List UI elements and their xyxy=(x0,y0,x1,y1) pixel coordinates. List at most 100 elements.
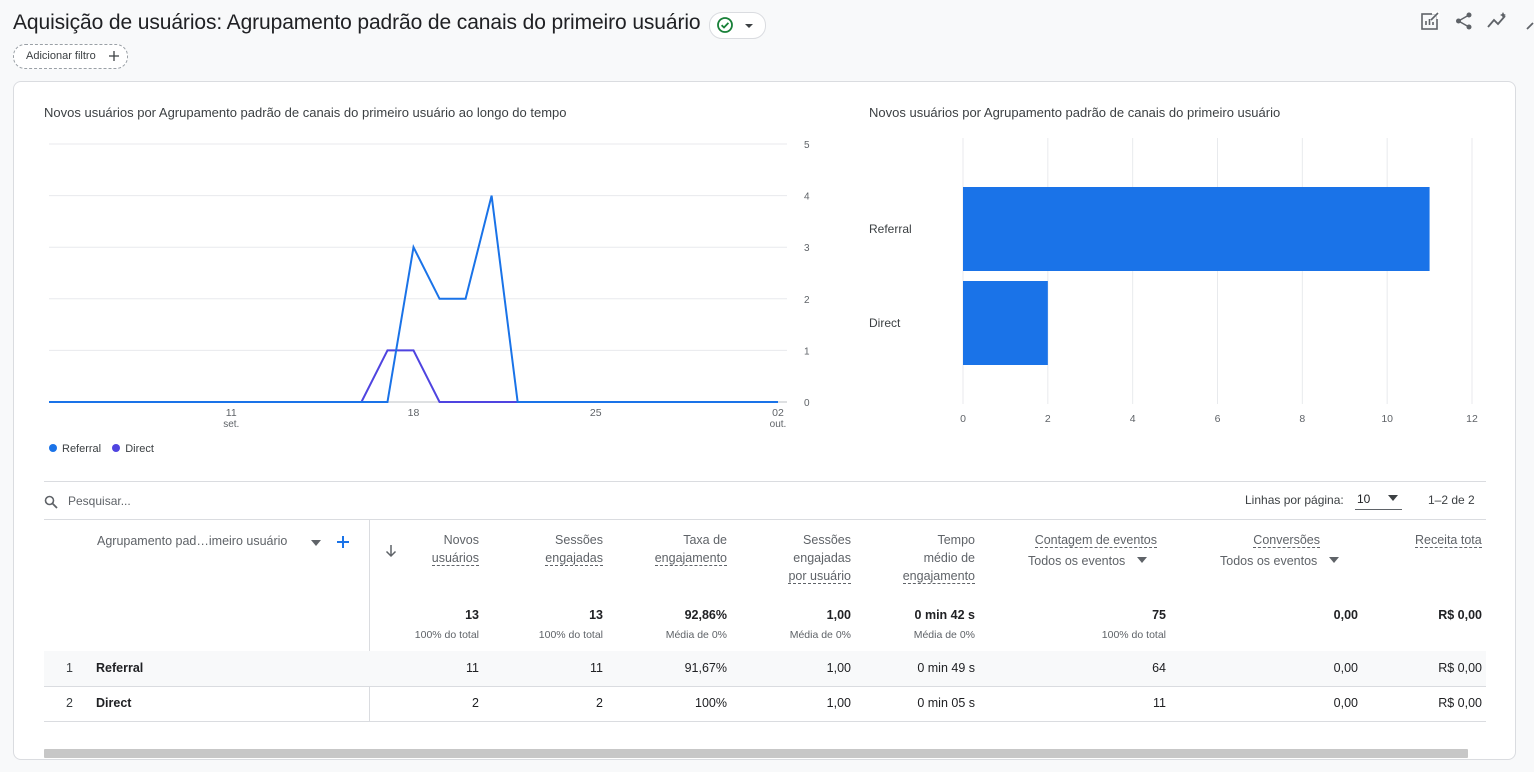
x-tick-label: 25 xyxy=(590,407,602,419)
col-header-avg-engagement-time[interactable]: Tempo médio de engajamento xyxy=(902,531,975,585)
cell-engagement-rate: 91,67% xyxy=(684,661,727,675)
col-header-total-revenue-l1: Receita tota xyxy=(1415,533,1482,548)
x-tick-sublabel: set. xyxy=(223,419,239,430)
col-header-new-users-l1: Novos xyxy=(443,533,479,547)
col-header-sessions-per-user-l3: por usuário xyxy=(788,569,851,584)
legend-label-referral: Referral xyxy=(62,443,102,455)
row-index: 2 xyxy=(66,696,73,710)
rows-per-page-value: 10 xyxy=(1357,492,1371,506)
col-header-engagement-rate[interactable]: Taxa de engajamento xyxy=(654,531,727,567)
legend-item-referral[interactable]: Referral xyxy=(49,443,101,455)
col-header-new-users[interactable]: Novos usuários xyxy=(431,531,479,567)
dimension-header[interactable]: Agrupamento pad…imeiro usuário xyxy=(97,534,287,548)
cell-avg-engagement-time: 0 min 05 s xyxy=(917,696,975,710)
col-header-conversions[interactable]: Conversões xyxy=(1253,531,1320,549)
row-index: 1 xyxy=(66,661,73,675)
col-header-conversions-l1: Conversões xyxy=(1253,533,1320,548)
legend-item-direct[interactable]: Direct xyxy=(112,443,154,455)
bar-direct xyxy=(963,281,1048,365)
col-header-sessions-per-user-l2: engajadas xyxy=(793,551,851,565)
y-tick-label: 2 xyxy=(804,295,810,306)
col-header-avg-engagement-time-l2: médio de xyxy=(923,551,975,565)
x-tick-label: 2 xyxy=(1045,413,1051,425)
x-tick-label: 0 xyxy=(960,413,966,425)
y-tick-label: 4 xyxy=(804,192,810,203)
status-dropdown[interactable] xyxy=(709,12,766,39)
search-input[interactable]: Pesquisar... xyxy=(68,494,131,508)
event-count-filter-dropdown[interactable]: Todos os eventos xyxy=(1028,554,1147,568)
y-tick-label: 3 xyxy=(804,243,810,254)
bar-chart: 0 2 4 6 8 10 12 Referral Direct xyxy=(869,138,1478,425)
series-line-direct xyxy=(49,349,778,403)
row-dimension-value[interactable]: Referral xyxy=(96,661,143,675)
col-header-sessions-per-user[interactable]: Sessões engajadas por usuário xyxy=(788,531,851,585)
x-tick-label: 12 xyxy=(1466,413,1478,425)
sort-down-icon[interactable] xyxy=(385,544,397,558)
x-tick-label: 10 xyxy=(1381,413,1393,425)
x-tick-label: 6 xyxy=(1215,413,1221,425)
legend-label-direct: Direct xyxy=(125,443,154,455)
x-tick-sublabel: out. xyxy=(770,419,787,430)
total-sessions-per-user: 1,00 xyxy=(826,608,851,622)
col-header-event-count[interactable]: Contagem de eventos xyxy=(1034,531,1157,549)
cell-sessions-per-user: 1,00 xyxy=(826,661,851,675)
event-count-filter-label: Todos os eventos xyxy=(1028,554,1126,568)
legend-dot-direct xyxy=(112,444,121,452)
category-label: Direct xyxy=(869,316,901,330)
cell-event-count: 11 xyxy=(1153,696,1166,710)
col-header-avg-engagement-time-l3: engajamento xyxy=(902,569,975,584)
y-tick-label: 5 xyxy=(804,140,810,151)
horizontal-scrollbar[interactable] xyxy=(44,749,1468,758)
check-circle-icon xyxy=(717,17,733,33)
add-filter-label: Adicionar filtro xyxy=(26,50,96,62)
total-engagement-rate: 92,86% xyxy=(684,608,727,622)
plus-icon xyxy=(109,51,119,61)
conversions-filter-label: Todos os eventos xyxy=(1220,554,1318,568)
cell-sessions-per-user: 1,00 xyxy=(826,696,851,710)
x-tick-label: 8 xyxy=(1299,413,1305,425)
x-tick-label: 02 xyxy=(772,407,784,419)
edit-icon[interactable] xyxy=(1526,11,1534,31)
total-conversions: 0,00 xyxy=(1333,608,1358,622)
insights-icon[interactable] xyxy=(1487,11,1509,31)
report-card: Novos usuários por Agrupamento padrão de… xyxy=(13,81,1516,760)
customize-report-icon[interactable] xyxy=(1420,11,1440,31)
col-header-engaged-sessions-l2: engajadas xyxy=(545,551,603,566)
chevron-down-icon xyxy=(1388,495,1398,501)
total-event-count: 75 xyxy=(1152,608,1166,622)
row-dimension-value[interactable]: Direct xyxy=(96,696,131,710)
share-icon[interactable] xyxy=(1454,11,1474,31)
chevron-down-icon xyxy=(745,24,753,28)
col-header-total-revenue[interactable]: Receita tota xyxy=(1415,531,1482,549)
total-revenue: R$ 0,00 xyxy=(1438,608,1482,622)
total-engaged-sessions: 13 xyxy=(589,608,603,622)
dimension-header-label: Agrupamento pad…imeiro usuário xyxy=(97,534,288,548)
y-tick-label: 1 xyxy=(804,346,810,357)
x-tick-label: 4 xyxy=(1130,413,1136,425)
col-header-event-count-l1: Contagem de eventos xyxy=(1034,533,1157,548)
table-row[interactable] xyxy=(44,651,1486,686)
search-icon xyxy=(44,495,58,509)
total-event-count-sub: 100% do total xyxy=(1101,629,1166,641)
cell-engaged-sessions: 2 xyxy=(596,696,603,710)
add-filter-button[interactable]: Adicionar filtro xyxy=(13,44,128,69)
cell-new-users: 11 xyxy=(466,661,479,675)
chevron-down-icon xyxy=(1328,557,1339,563)
total-engagement-rate-sub: Média de 0% xyxy=(665,629,727,641)
conversions-filter-dropdown[interactable]: Todos os eventos xyxy=(1220,554,1339,568)
legend-dot-referral xyxy=(49,444,57,452)
cell-revenue: R$ 0,00 xyxy=(1438,696,1482,710)
dimension-dropdown-icon[interactable] xyxy=(311,540,321,546)
cell-avg-engagement-time: 0 min 49 s xyxy=(917,661,975,675)
col-header-engagement-rate-l2: engajamento xyxy=(654,551,727,566)
y-tick-label: 0 xyxy=(804,398,810,409)
total-new-users-sub: 100% do total xyxy=(414,629,479,641)
total-avg-engagement-time: 0 min 42 s xyxy=(914,608,975,622)
add-dimension-icon[interactable] xyxy=(336,535,350,549)
line-chart-legend: Referral Direct xyxy=(49,443,162,455)
rows-per-page-select[interactable]: 10 xyxy=(1355,487,1402,510)
cell-conversions: 0,00 xyxy=(1333,696,1358,710)
col-header-engaged-sessions[interactable]: Sessões engajadas xyxy=(545,531,603,567)
col-header-sessions-per-user-l1: Sessões xyxy=(803,533,851,547)
cell-engaged-sessions: 11 xyxy=(590,661,603,675)
